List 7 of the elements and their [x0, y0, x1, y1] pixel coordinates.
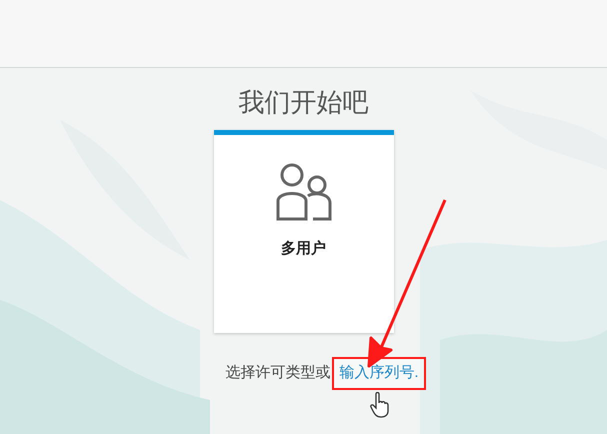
card-label: 多用户: [281, 239, 326, 259]
page-title: 我们开始吧: [238, 86, 368, 118]
hand-cursor-icon: [370, 392, 390, 418]
serial-number-link[interactable]: 输入序列号.: [339, 364, 419, 381]
license-card[interactable]: 多用户: [214, 130, 394, 333]
license-prompt: 选择许可类型或: [225, 363, 330, 383]
users-icon: [274, 163, 332, 221]
